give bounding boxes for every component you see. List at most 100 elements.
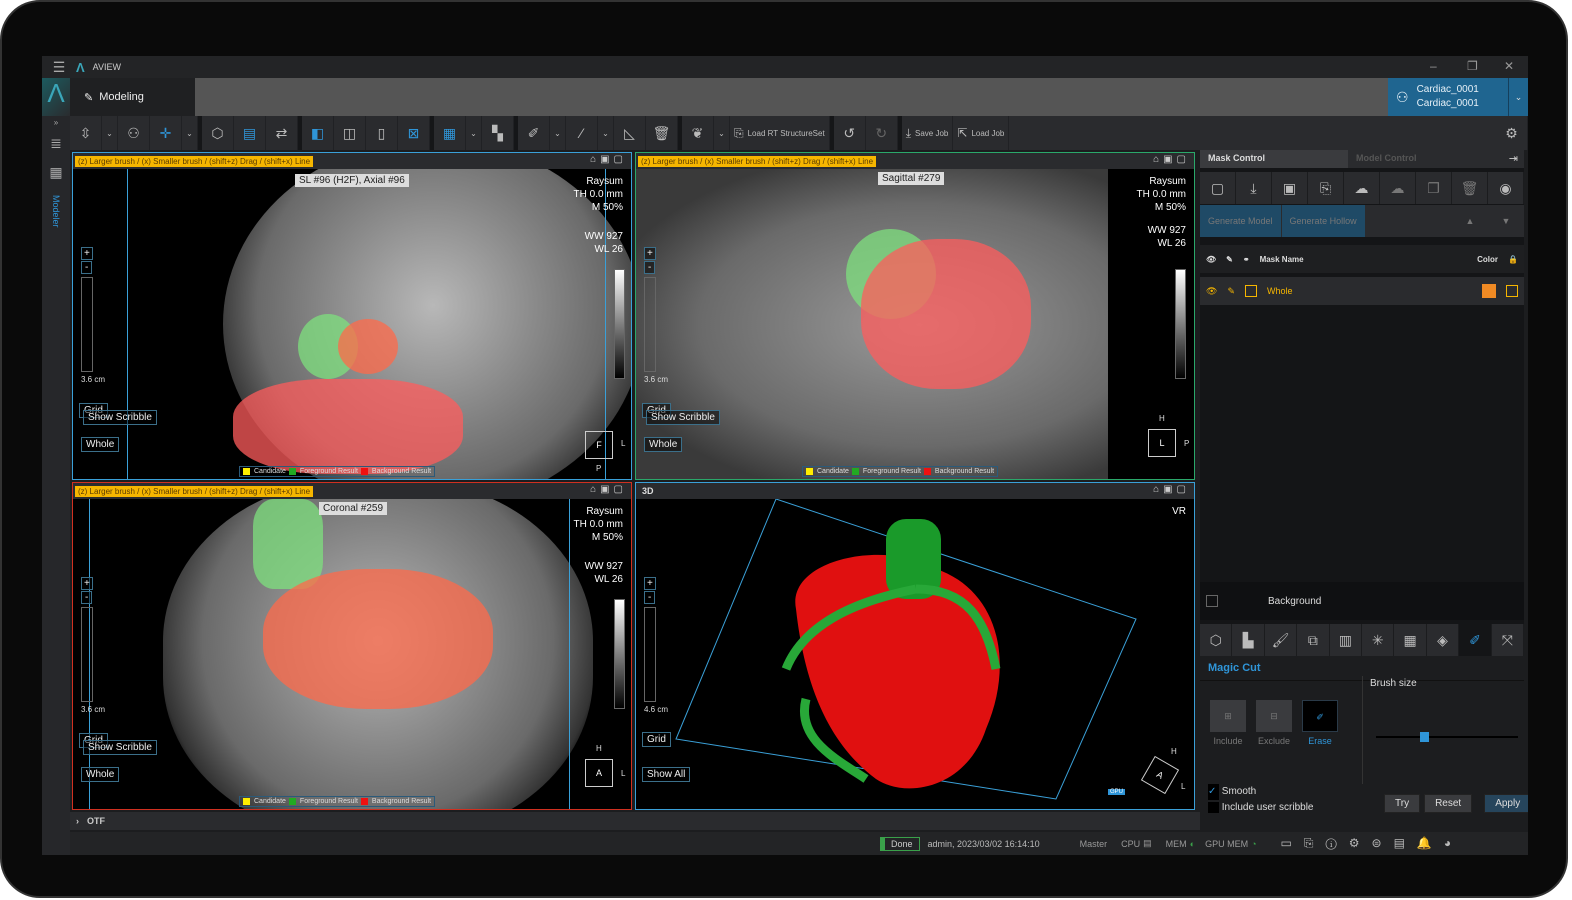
expand-icon[interactable]: ⤧ (1492, 624, 1525, 656)
apply-button[interactable]: Apply (1484, 794, 1528, 813)
grid-apps-icon[interactable]: ▦ (42, 158, 70, 187)
orientation-cube[interactable]: L (1148, 429, 1176, 457)
mask-view-icon[interactable]: ◧ (302, 116, 334, 150)
chevron-down-icon[interactable]: ⌄ (598, 116, 614, 150)
copy-slices-icon[interactable]: ⧉ (1297, 624, 1330, 656)
mask-color-swatch[interactable] (1482, 284, 1496, 298)
histogram-icon[interactable]: ▙ (1232, 624, 1265, 656)
import-icon[interactable]: ⤓ (1236, 172, 1272, 204)
otf-icon[interactable]: ▚ (482, 116, 514, 150)
duplicate-icon[interactable]: ❐ (1416, 172, 1452, 204)
ruler-icon[interactable]: ✐ (518, 116, 550, 150)
move-up-icon[interactable]: ▲ (1452, 216, 1488, 226)
include-mode-button[interactable]: ⊞ Include (1210, 700, 1246, 746)
try-button[interactable]: Try (1384, 794, 1421, 813)
lock-icon[interactable]: 🔒 (1508, 255, 1518, 264)
reset-button[interactable]: Reset (1424, 794, 1473, 813)
zoom-in-button[interactable]: + (644, 247, 656, 260)
tab-mask-control[interactable]: Mask Control (1200, 150, 1348, 168)
angle-icon[interactable]: ◺ (614, 116, 646, 150)
zoom-out-button[interactable]: - (644, 591, 656, 604)
zoom-in-button[interactable]: + (644, 577, 656, 590)
zoom-out-button[interactable]: - (644, 261, 656, 274)
undo-icon[interactable]: ↺ (834, 116, 866, 150)
load-rt-button[interactable]: ⎘ Load RT StructureSet (730, 116, 830, 150)
organ-icon[interactable]: ❦ (682, 116, 714, 150)
grid-button[interactable]: Grid (642, 732, 671, 747)
save-icon[interactable]: ▣ (1272, 172, 1308, 204)
generate-hollow-button[interactable]: Generate Hollow (1281, 205, 1365, 237)
settings-monitor-icon[interactable]: ⚙ (1496, 116, 1528, 150)
expand-icon[interactable]: » (42, 116, 70, 129)
pixel-grid-icon[interactable]: ▦ (1394, 624, 1427, 656)
smooth-checkbox[interactable]: ✓ Smooth (1208, 784, 1314, 800)
flip-icon[interactable]: ⇳ (70, 116, 102, 150)
hamburger-menu-icon[interactable]: ☰ (42, 59, 76, 76)
chevron-down-icon[interactable]: ⌄ (102, 116, 118, 150)
panel-icon[interactable]: ▯ (366, 116, 398, 150)
background-row[interactable]: Background (1200, 582, 1524, 620)
swap-icon[interactable]: ⇄ (266, 116, 298, 150)
exclude-mode-button[interactable]: ⊟ Exclude (1256, 700, 1292, 746)
mask-whole-chip[interactable]: Whole (81, 767, 120, 782)
restore-icon[interactable]: ❐ (1467, 59, 1478, 73)
visibility-icon[interactable]: ◉ (1488, 172, 1524, 204)
new-mask-icon[interactable]: ▢ (1200, 172, 1236, 204)
zoom-out-button[interactable]: - (81, 261, 93, 274)
zoom-in-button[interactable]: + (81, 577, 93, 590)
magic-wand-icon[interactable]: ✳ (1362, 624, 1395, 656)
status-icons[interactable]: ▭⎘ⓘ⚙⊜▤🔔◕ (1281, 836, 1464, 851)
viewport-tools-icon[interactable]: ⌂▣▢ (590, 484, 627, 495)
close-icon[interactable]: ✕ (1504, 59, 1514, 73)
3d-viewport[interactable]: 3D ⌂▣▢ VR + - 4.6 cm Grid Show All GPU H … (635, 482, 1195, 810)
sidebar-item-modeler[interactable]: Modeler (51, 195, 61, 228)
delete-icon[interactable]: 🗑 (1452, 172, 1488, 204)
brush-icon[interactable]: 🖌 (1265, 624, 1298, 656)
chevron-down-icon[interactable]: ⌄ (714, 116, 730, 150)
model-tool-icon[interactable]: ⬡ (1200, 624, 1233, 656)
trash-icon[interactable]: 🗑 (646, 116, 678, 150)
show-all-button[interactable]: Show All (642, 767, 691, 782)
move-down-icon[interactable]: ▼ (1488, 216, 1524, 226)
chevron-down-icon[interactable]: ⌄ (466, 116, 482, 150)
tab-modeling[interactable]: ✎ Modeling (70, 78, 195, 116)
pencil-icon[interactable]: ✎ (1227, 286, 1235, 297)
interpolate-icon[interactable]: ▥ (1330, 624, 1363, 656)
show-scribble-button[interactable]: Show Scribble (646, 410, 720, 425)
slider-thumb[interactable] (1419, 732, 1429, 742)
mask-whole-chip[interactable]: Whole (644, 437, 683, 452)
view-settings-icon[interactable]: ▤ (234, 116, 266, 150)
mask-row[interactable]: 👁 ✎ Whole (1200, 277, 1524, 305)
fill-icon[interactable]: ◈ (1427, 624, 1460, 656)
load-job-button[interactable]: ⇱ Load Job (953, 116, 1010, 150)
list-icon[interactable]: ≣ (42, 129, 70, 158)
magic-cut-icon[interactable]: ✐ (1459, 624, 1492, 656)
collapse-panel-icon[interactable]: ⇥ (1496, 150, 1524, 168)
patient-selector[interactable]: ⚇ Cardiac_0001 Cardiac_0001 (1388, 78, 1508, 116)
chevron-down-icon[interactable]: ⌄ (550, 116, 566, 150)
show-scribble-button[interactable]: Show Scribble (83, 410, 157, 425)
patient-dropdown-icon[interactable]: ⌄ (1508, 78, 1528, 116)
chevron-down-icon[interactable]: ⌄ (182, 116, 198, 150)
3d-measure-icon[interactable]: ⁄ (566, 116, 598, 150)
model-icon[interactable]: ⬡ (202, 116, 234, 150)
download-icon[interactable]: ☁ (1380, 172, 1416, 204)
mask-checkbox[interactable] (1244, 285, 1257, 297)
bounding-box-icon[interactable]: ⊠ (398, 116, 430, 150)
redo-icon[interactable]: ↻ (866, 116, 898, 150)
save-job-button[interactable]: ⤓ Save Job (902, 116, 954, 150)
patient-info-icon[interactable]: ⚇ (118, 116, 150, 150)
eye-icon[interactable]: 👁 (1206, 286, 1217, 297)
zoom-out-button[interactable]: - (81, 591, 93, 604)
upload-icon[interactable]: ☁ (1344, 172, 1380, 204)
axial-viewport[interactable]: (z) Larger brush / (x) Smaller brush / (… (72, 152, 632, 480)
brush-size-slider[interactable] (1376, 732, 1518, 742)
background-checkbox[interactable] (1206, 595, 1218, 607)
sagittal-viewport[interactable]: (z) Larger brush / (x) Smaller brush / (… (635, 152, 1195, 480)
mask-lock-checkbox[interactable] (1506, 285, 1518, 297)
viewport-tools-icon[interactable]: ⌂▣▢ (1153, 154, 1190, 165)
minimize-icon[interactable]: – (1430, 59, 1437, 73)
show-scribble-button[interactable]: Show Scribble (83, 740, 157, 755)
otf-bar[interactable]: › OTF (70, 812, 1200, 830)
tab-model-control[interactable]: Model Control (1348, 150, 1496, 168)
